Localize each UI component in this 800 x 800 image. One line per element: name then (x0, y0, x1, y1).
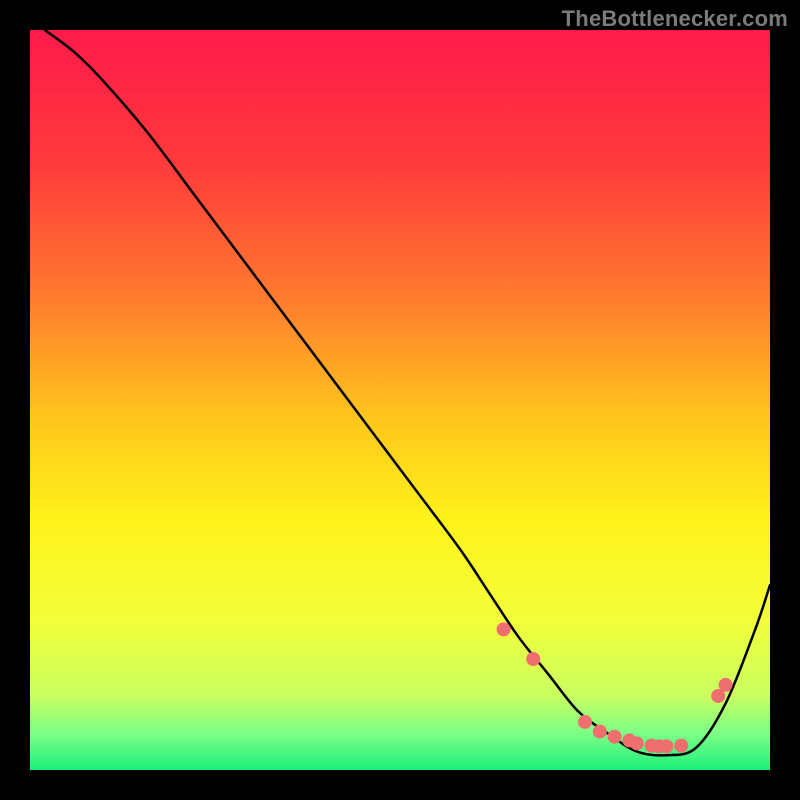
data-point (526, 652, 540, 666)
data-point (497, 622, 511, 636)
chart-svg (30, 30, 770, 770)
chart-frame: TheBottlenecker.com (0, 0, 800, 800)
data-point (659, 739, 673, 753)
plot-area (30, 30, 770, 770)
data-point (719, 678, 733, 692)
data-point (593, 725, 607, 739)
data-point (578, 715, 592, 729)
gradient-background (30, 30, 770, 770)
data-point (674, 739, 688, 753)
data-point (608, 730, 622, 744)
watermark-label: TheBottlenecker.com (562, 6, 788, 32)
data-point (630, 736, 644, 750)
